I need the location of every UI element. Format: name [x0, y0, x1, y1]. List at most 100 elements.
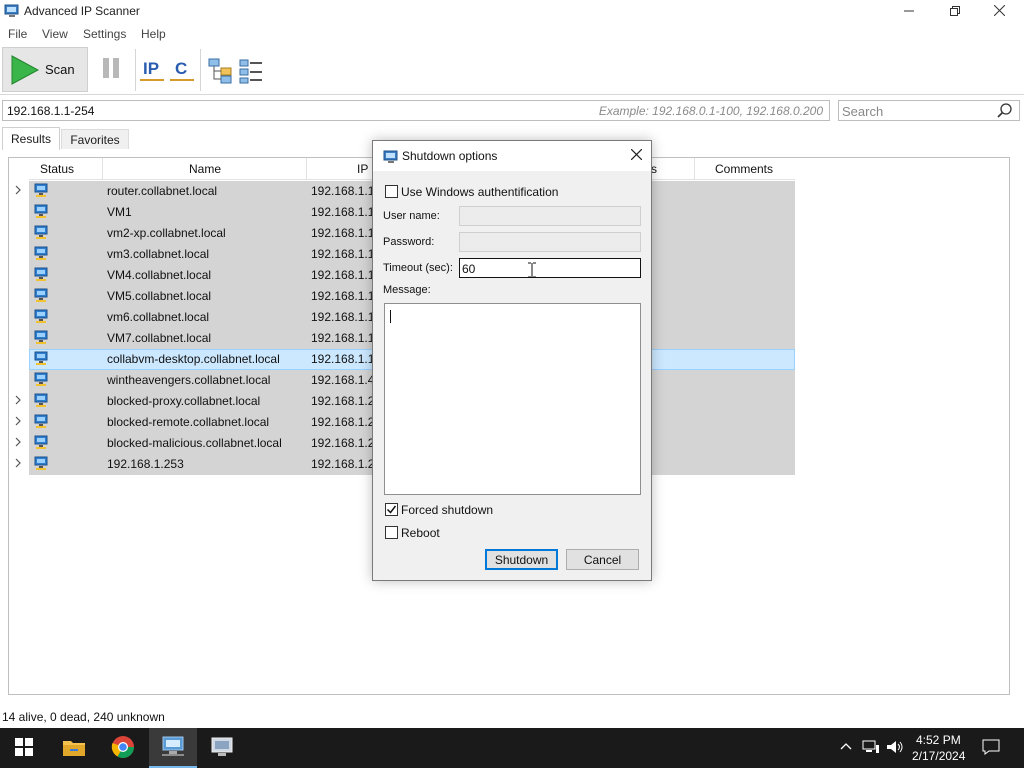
cell-name: VM7.collabnet.local [107, 331, 212, 345]
taskbar: 4:52 PM 2/17/2024 [0, 728, 1024, 768]
use-windows-auth-checkbox[interactable] [385, 185, 398, 198]
toolbar-separator [135, 49, 136, 91]
ibeam-cursor-icon [527, 262, 537, 281]
svg-text:IP: IP [143, 59, 159, 78]
close-button[interactable] [976, 0, 1022, 23]
cell-name: router.collabnet.local [107, 184, 218, 198]
title-bar: Advanced IP Scanner [0, 0, 1024, 23]
taskbar-chrome[interactable] [99, 728, 147, 768]
computer-status-icon [34, 246, 48, 265]
pause-icon [102, 57, 120, 82]
cell-ip: 192.168.1.11 [311, 205, 381, 219]
shutdown-button[interactable]: Shutdown [485, 549, 558, 570]
restore-icon [950, 5, 960, 19]
use-windows-auth-label: Use Windows authentification [401, 185, 559, 199]
expand-chevron-icon[interactable] [14, 394, 22, 408]
cancel-button[interactable]: Cancel [566, 549, 639, 570]
dialog-title-bar: Shutdown options [373, 141, 651, 171]
ip-scan-icon[interactable]: IP [140, 56, 166, 84]
computer-status-icon [34, 393, 48, 412]
tab-favorites[interactable]: Favorites [61, 129, 129, 149]
message-label: Message: [383, 284, 431, 296]
cell-name: blocked-remote.collabnet.local [107, 415, 270, 429]
app-icon [4, 3, 20, 22]
list-view-icon[interactable] [238, 56, 264, 84]
timeout-field[interactable]: 60 [459, 258, 641, 278]
menu-file[interactable]: File [8, 27, 27, 41]
column-divider [102, 158, 103, 180]
menu-bar: File View Settings Help [0, 24, 1024, 44]
reboot-label: Reboot [401, 526, 440, 540]
taskbar-file-explorer[interactable] [50, 728, 98, 768]
menu-settings[interactable]: Settings [83, 27, 126, 41]
search-icon[interactable] [997, 103, 1013, 122]
text-caret [390, 310, 391, 323]
computer-status-icon [34, 204, 48, 223]
cell-name: vm6.collabnet.local [107, 310, 210, 324]
message-textarea[interactable] [384, 303, 641, 495]
column-ip[interactable]: IP [357, 162, 368, 176]
password-field[interactable] [459, 232, 641, 252]
cell-ip: 192.168.1.1 [311, 184, 375, 198]
reboot-checkbox[interactable] [385, 526, 398, 539]
remote-app-icon [209, 735, 235, 762]
computer-status-icon [34, 267, 48, 286]
cell-name: VM5.collabnet.local [107, 289, 212, 303]
volume-icon[interactable] [886, 739, 904, 758]
expand-chevron-icon[interactable] [14, 436, 22, 450]
column-comments[interactable]: Comments [715, 162, 773, 176]
column-name[interactable]: Name [189, 162, 221, 176]
minimize-button[interactable] [886, 0, 932, 23]
search-input[interactable]: Search [838, 100, 1020, 121]
c-subnet-icon[interactable]: C [170, 56, 196, 84]
tab-results[interactable]: Results [2, 127, 60, 150]
file-explorer-icon [62, 737, 86, 760]
computer-status-icon [34, 351, 48, 370]
cell-name: VM4.collabnet.local [107, 268, 212, 282]
chevron-up-icon[interactable] [839, 739, 853, 756]
pause-button[interactable] [94, 47, 128, 92]
advanced-ip-scanner-icon [160, 734, 186, 761]
expand-chevron-icon[interactable] [14, 457, 22, 471]
network-icon[interactable] [862, 739, 880, 758]
cell-ip: 192.168.1.17 [311, 331, 382, 345]
start-button[interactable] [0, 728, 48, 768]
chrome-icon [111, 735, 135, 762]
close-icon [993, 4, 1005, 19]
clock-date[interactable]: 2/17/2024 [912, 749, 965, 763]
dialog-close-button[interactable] [627, 147, 645, 165]
menu-view[interactable]: View [42, 27, 68, 41]
dialog-title: Shutdown options [402, 149, 498, 163]
timeout-value: 60 [462, 262, 476, 276]
restore-button[interactable] [932, 0, 978, 23]
scan-button[interactable]: Scan [2, 47, 88, 92]
forced-shutdown-checkbox[interactable] [385, 503, 398, 516]
taskbar-advanced-ip-scanner[interactable] [149, 728, 197, 768]
cell-ip: 192.168.1.12 [311, 226, 382, 240]
play-icon [9, 54, 41, 89]
menu-help[interactable]: Help [141, 27, 166, 41]
cell-name: blocked-proxy.collabnet.local [107, 394, 261, 408]
computer-status-icon [34, 372, 48, 391]
cell-ip: 192.168.1.18 [311, 352, 382, 366]
column-status[interactable]: Status [40, 162, 74, 176]
username-field[interactable] [459, 206, 641, 226]
notifications-icon[interactable] [982, 739, 1000, 758]
cell-name: blocked-malicious.collabnet.local [107, 436, 282, 450]
computer-status-icon [34, 330, 48, 349]
forced-shutdown-label: Forced shutdown [401, 503, 494, 517]
cell-name: collabvm-desktop.collabnet.local [107, 352, 280, 366]
password-label: Password: [383, 236, 435, 248]
cell-ip: 192.168.1.25 [311, 457, 382, 471]
svg-text:C: C [175, 59, 187, 78]
ip-range-input[interactable]: 192.168.1.1-254 Example: 192.168.0.1-100… [2, 100, 830, 121]
expand-chevron-icon[interactable] [14, 415, 22, 429]
clock-time[interactable]: 4:52 PM [916, 733, 961, 747]
cell-ip: 192.168.1.15 [311, 289, 382, 303]
network-tree-icon[interactable] [207, 56, 233, 84]
taskbar-remote-app[interactable] [198, 728, 246, 768]
expand-chevron-icon[interactable] [14, 184, 22, 198]
app-icon [383, 149, 399, 168]
minimize-icon [904, 5, 914, 19]
computer-status-icon [34, 225, 48, 244]
